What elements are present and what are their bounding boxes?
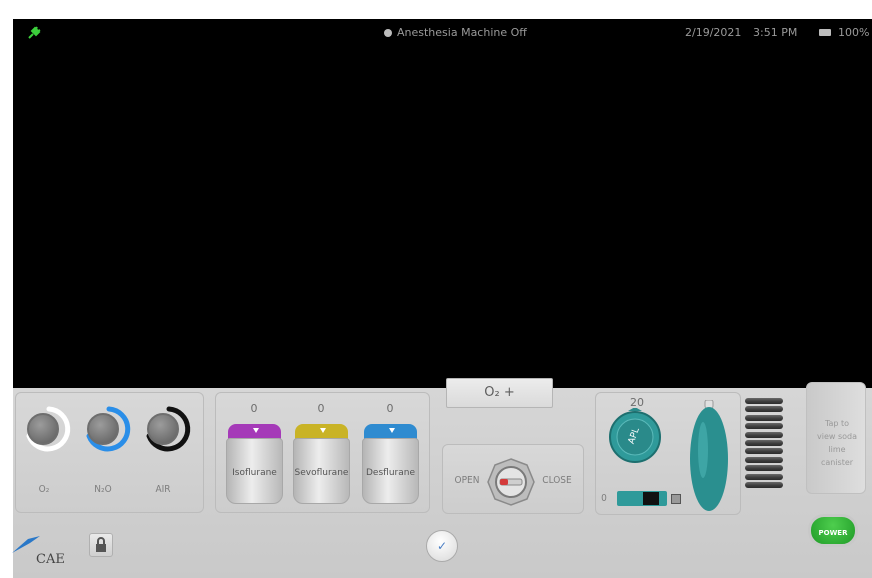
lock-button[interactable] — [89, 533, 113, 557]
machine-state-text: Anesthesia Machine Off — [397, 26, 527, 39]
n2o-flow-knob[interactable] — [87, 413, 119, 445]
battery-icon — [819, 29, 831, 36]
sevoflurane-value: 0 — [317, 402, 325, 415]
o2-flush-button[interactable]: O₂ + — [446, 378, 553, 408]
breathing-bag[interactable] — [688, 400, 730, 512]
ventilator-bellows — [745, 398, 783, 488]
vent-mode-icon — [671, 494, 681, 504]
apl-min-label: 0 — [601, 493, 607, 504]
lock-icon — [96, 537, 106, 552]
state-dot — [384, 28, 392, 37]
air-flow-knob[interactable] — [147, 413, 179, 445]
soda-lime-canister-button[interactable]: Tap to view soda lime canister — [806, 382, 866, 494]
isoflurane-vaporizer[interactable]: Isoflurane — [226, 424, 283, 504]
plug-icon — [28, 26, 41, 39]
power-button[interactable]: POWER — [808, 514, 858, 547]
valve-open-label: OPEN — [454, 475, 480, 486]
battery-percent: 100% — [838, 26, 870, 39]
valve-close-label: CLOSE — [542, 475, 572, 486]
desflurane-value: 0 — [386, 402, 394, 415]
logo-text: CAE — [36, 552, 65, 567]
isoflurane-value: 0 — [250, 402, 258, 415]
sevoflurane-vaporizer[interactable]: Sevoflurane — [293, 424, 350, 504]
canister-text: Tap to view soda lime canister — [816, 419, 857, 467]
checkmark-icon: ✓ — [436, 539, 448, 553]
o2-label: O₂ — [38, 484, 50, 495]
date-display: 2/19/2021 — [685, 26, 742, 39]
status-bar: Anesthesia Machine Off 2/19/2021 3:51 PM… — [13, 19, 872, 47]
sevoflurane-label: Sevoflurane — [294, 468, 349, 478]
air-label: AIR — [155, 484, 171, 495]
valve-knob[interactable] — [486, 457, 536, 507]
o2-flow-knob[interactable] — [27, 413, 59, 445]
cae-logo: CAE — [10, 533, 70, 573]
desflurane-vaporizer[interactable]: Desflurane — [362, 424, 419, 504]
monitor-display — [13, 47, 872, 388]
desflurane-label: Desflurane — [366, 468, 415, 478]
isoflurane-label: Isoflurane — [232, 468, 277, 478]
time-display: 3:51 PM — [753, 26, 798, 39]
confirm-button[interactable]: ✓ — [426, 530, 458, 562]
n2o-label: N₂O — [94, 484, 112, 495]
machine-state: Anesthesia Machine Off — [384, 26, 527, 39]
bag-switch[interactable] — [617, 491, 667, 506]
